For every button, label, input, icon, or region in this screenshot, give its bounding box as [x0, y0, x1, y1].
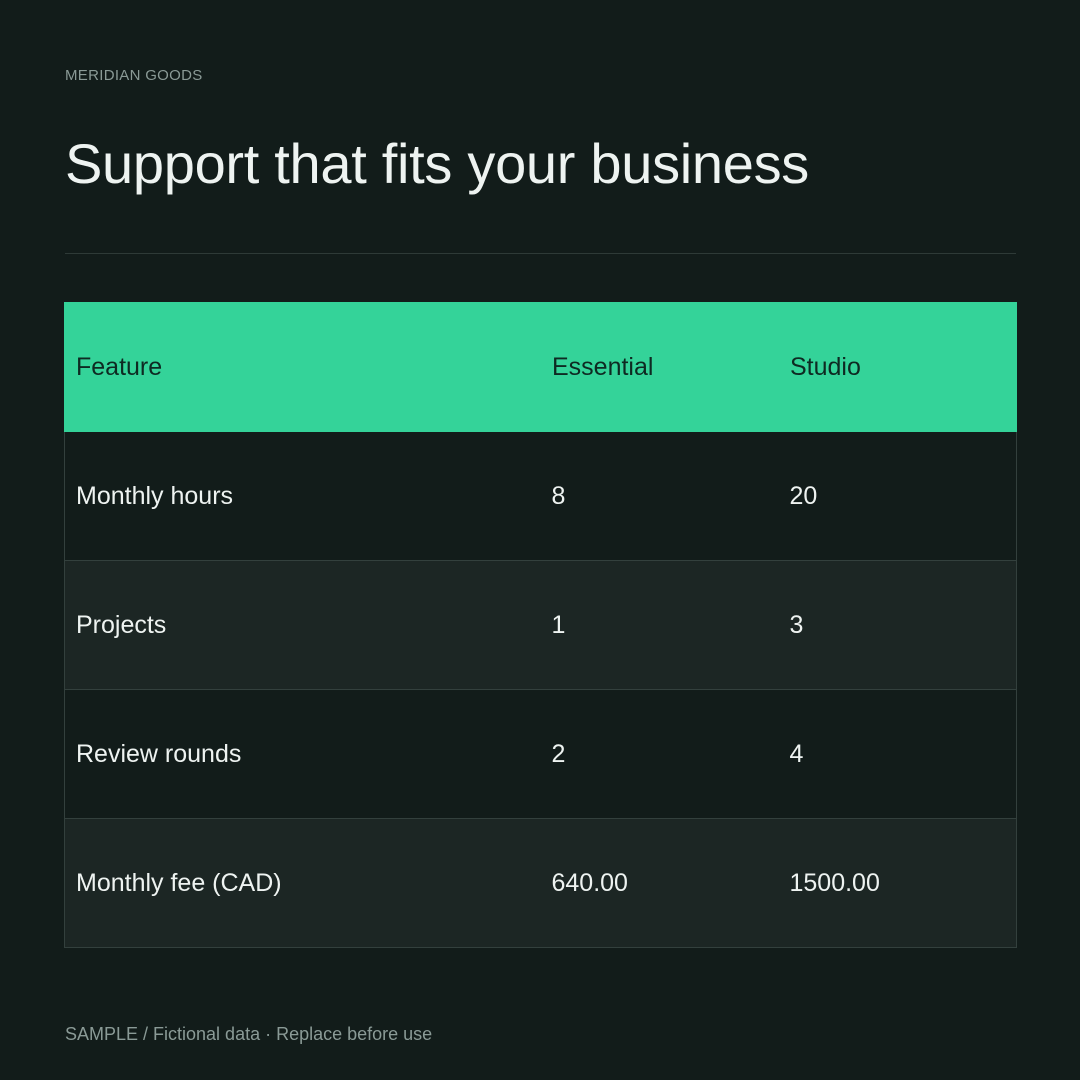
studio-cell: 20 [778, 431, 1017, 561]
footer-note: SAMPLE / Fictional data · Replace before… [65, 1024, 433, 1044]
title-divider [65, 253, 1016, 254]
table-row: Monthly hours 8 20 [64, 431, 1017, 561]
pricing-table: Feature Essential Studio Monthly hours 8… [64, 302, 1017, 948]
studio-cell: 1500.00 [778, 818, 1017, 948]
table-row: Projects 1 3 [64, 560, 1017, 690]
studio-cell: 3 [778, 560, 1017, 690]
page-title: Support that fits your business [65, 132, 809, 195]
table-row: Review rounds 2 4 [64, 689, 1017, 819]
header-essential: Essential [540, 302, 779, 432]
essential-cell: 2 [540, 689, 779, 819]
header-feature: Feature [64, 302, 541, 432]
feature-cell: Monthly fee (CAD) [64, 818, 541, 948]
header-studio: Studio [778, 302, 1017, 432]
essential-cell: 1 [540, 560, 779, 690]
feature-cell: Monthly hours [64, 431, 541, 561]
brand-label: MERIDIAN GOODS [65, 67, 203, 84]
table-header-row: Feature Essential Studio [64, 302, 1017, 432]
studio-cell: 4 [778, 689, 1017, 819]
feature-cell: Review rounds [64, 689, 541, 819]
table-row: Monthly fee (CAD) 640.00 1500.00 [64, 818, 1017, 948]
essential-cell: 640.00 [540, 818, 779, 948]
feature-cell: Projects [64, 560, 541, 690]
essential-cell: 8 [540, 431, 779, 561]
